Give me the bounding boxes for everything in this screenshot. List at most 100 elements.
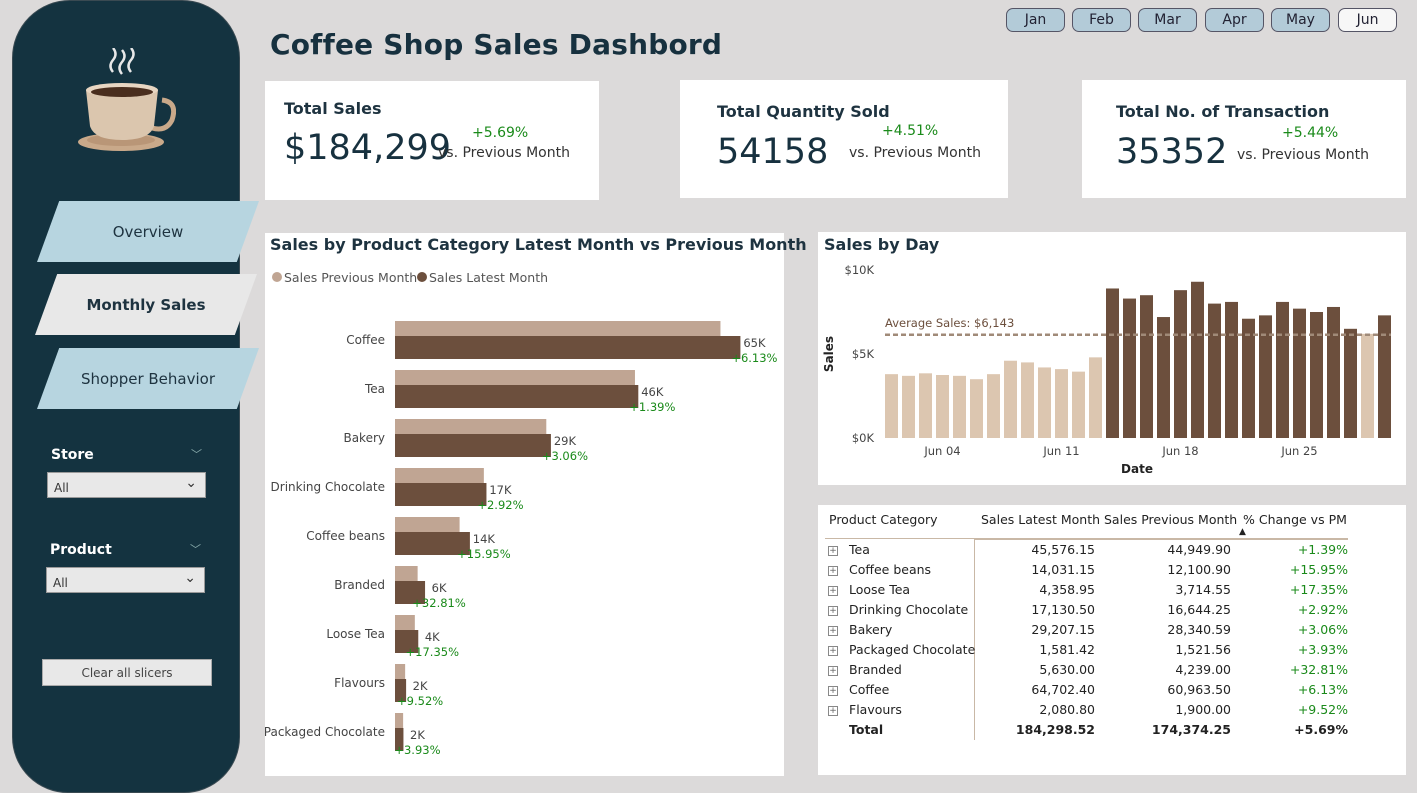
table-header-previous[interactable]: Sales Previous Month [1104,512,1237,527]
change-label: +9.52% [397,694,443,708]
cell-change: +15.95% [1289,562,1348,577]
month-button-may[interactable]: May [1271,8,1330,32]
day-bar [902,375,915,438]
table-row: + Flavours 2,080.80 1,900.00 +9.52% [825,702,1355,722]
day-bar [1106,288,1119,438]
product-dropdown[interactable]: All ⌄ [46,567,205,593]
x-tick-label: Jun 04 [923,444,960,458]
category-label: Coffee beans [306,529,385,543]
kpi-vs-label: vs. Previous Month [1237,147,1369,163]
expand-icon[interactable]: + [828,666,838,676]
table-header-category[interactable]: Product Category [829,512,938,527]
cell-change: +3.93% [1297,642,1348,657]
day-bar [1123,298,1136,438]
month-button-jan[interactable]: Jan [1006,8,1065,32]
value-label: 2K [413,679,428,693]
cell-previous: 12,100.90 [1167,562,1231,577]
expand-icon[interactable]: + [828,586,838,596]
cell-category: Drinking Chocolate [849,602,969,617]
day-bar [1225,301,1238,438]
day-bar [953,375,966,438]
cell-category: Coffee [849,682,890,697]
cell-previous: 60,963.50 [1167,682,1231,697]
change-label: +17.35% [406,645,460,659]
cell-change: +9.52% [1297,702,1348,717]
cell-latest: 17,130.50 [1031,602,1095,617]
nav-shopper-behavior-button[interactable]: Shopper Behavior [37,348,259,409]
expand-icon[interactable]: + [828,606,838,616]
sales-by-day-title: Sales by Day [824,235,940,254]
day-bar [1055,369,1068,438]
chevron-down-icon: ⌄ [185,475,197,491]
chevron-down-icon[interactable]: ﹀ [190,541,201,557]
nav-monthly-sales-label: Monthly Sales [86,295,206,314]
expand-icon[interactable]: + [828,646,838,656]
table-header-latest[interactable]: Sales Latest Month [981,512,1100,527]
x-tick-label: Jun 11 [1042,444,1079,458]
bar-latest-month [395,434,551,457]
chevron-down-icon[interactable]: ﹀ [191,446,202,462]
expand-icon[interactable]: + [828,686,838,696]
table-total-row: Total 184,298.52 174,374.25 +5.69% [825,722,1355,742]
cell-category: Tea [849,542,870,557]
y-tick-label: $0K [852,431,875,445]
clear-slicers-button[interactable]: Clear all slicers [42,659,212,686]
cell-category: Packaged Chocolate [849,642,976,657]
table-row: + Coffee beans 14,031.15 12,100.90 +15.95% [825,562,1355,582]
bar-previous-month [395,321,721,336]
cell-previous: 16,644.25 [1167,602,1231,617]
legend-swatch-previous [272,272,282,282]
cell-latest: 4,358.95 [1039,582,1095,597]
day-bar [1191,281,1204,438]
month-button-jun[interactable]: Jun [1338,8,1397,32]
day-bar [885,374,898,438]
kpi-change: +5.69% [472,125,529,141]
table-row: + Loose Tea 4,358.95 3,714.55 +17.35% [825,582,1355,602]
page-title: Coffee Shop Sales Dashbord [270,28,723,61]
nav-monthly-sales-button[interactable]: Monthly Sales [35,274,257,335]
expand-icon[interactable]: + [828,706,838,716]
table-header-change[interactable]: % Change vs PM [1243,512,1347,527]
cell-category: Loose Tea [849,582,911,597]
table-row: + Tea 45,576.15 44,949.90 +1.39% [825,542,1355,562]
kpi-label: Total No. of Transaction [1116,102,1330,121]
bar-previous-month [395,517,460,532]
category-label: Flavours [334,676,385,690]
expand-icon[interactable]: + [828,566,838,576]
table-row: + Branded 5,630.00 4,239.00 +32.81% [825,662,1355,682]
day-bar [987,374,1000,438]
bar-previous-month [395,615,415,630]
bar-previous-month [395,664,406,679]
month-button-mar[interactable]: Mar [1138,8,1197,32]
change-label: +2.92% [477,498,523,512]
cell-change: +17.35% [1289,582,1348,597]
header-divider [825,538,975,539]
cell-latest: 1,581.42 [1039,642,1095,657]
nav-overview-button[interactable]: Overview [37,201,259,262]
store-dropdown[interactable]: All ⌄ [47,472,206,498]
bar-latest-month [395,336,741,359]
category-label: Packaged Chocolate [265,725,385,739]
cell-previous: 3,714.55 [1175,582,1231,597]
expand-icon[interactable]: + [828,626,838,636]
cell-previous: 174,374.25 [1151,722,1231,737]
bar-previous-month [395,419,547,434]
bar-latest-month [395,385,639,408]
value-label: 6K [432,581,447,595]
month-button-feb[interactable]: Feb [1072,8,1131,32]
chevron-down-icon: ⌄ [184,570,196,586]
cell-change: +1.39% [1297,542,1348,557]
month-button-apr[interactable]: Apr [1205,8,1264,32]
bar-previous-month [395,713,404,728]
x-tick-label: Jun 18 [1161,444,1198,458]
kpi-vs-label: vs. Previous Month [438,145,570,161]
cell-previous: 44,949.90 [1167,542,1231,557]
legend-swatch-latest [417,272,427,282]
nav-shopper-behavior-label: Shopper Behavior [80,369,216,388]
sales-by-day-chart: $0K $5K $10K Sales Average Sales: $6,143 Jun … [822,263,1391,476]
cell-category: Bakery [849,622,893,637]
x-axis-label: Date [1121,462,1153,476]
product-slicer-title: Product [50,542,112,558]
expand-icon[interactable]: + [828,546,838,556]
cell-latest: 14,031.15 [1031,562,1095,577]
